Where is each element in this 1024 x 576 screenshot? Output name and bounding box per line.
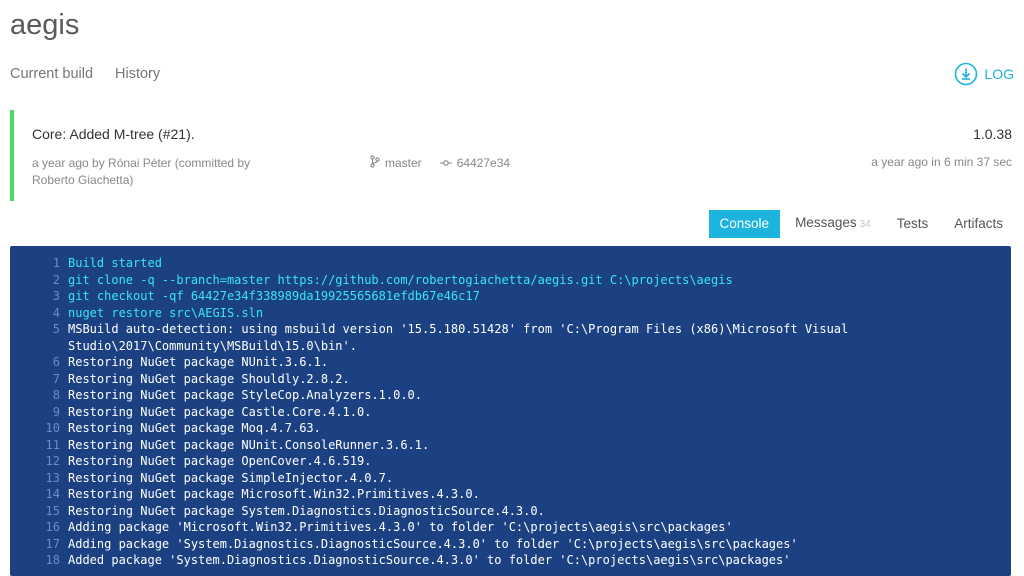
console-line-number[interactable]: 1 — [10, 255, 68, 272]
console-line-text: Adding package 'Microsoft.Win32.Primitiv… — [68, 520, 733, 534]
branch-icon — [370, 155, 380, 171]
console-line-text: Restoring NuGet package Microsoft.Win32.… — [68, 487, 480, 501]
console-line-text: Restoring NuGet package Castle.Core.4.1.… — [68, 404, 372, 419]
branch-name[interactable]: master — [385, 156, 422, 170]
commit-icon — [439, 156, 452, 170]
build-version: 1.0.38 — [973, 126, 1012, 142]
console-line-text: Restoring NuGet package Moq.4.7.63. — [68, 421, 321, 435]
messages-count-badge: 34 — [859, 219, 871, 230]
console-line-text: Build started — [68, 256, 162, 270]
project-nav: Current build History — [10, 66, 160, 82]
console-line-number[interactable]: 11 — [10, 437, 68, 454]
console-line-number[interactable]: 2 — [10, 272, 68, 289]
console-line: 11 Restoring NuGet package NUnit.ConsoleR… — [10, 437, 1011, 454]
console-line-text: Adding package 'System.Diagnostics.Diagn… — [68, 536, 798, 551]
console-line: 9 Restoring NuGet package Castle.Core.4.1… — [10, 404, 1011, 421]
console-line-number[interactable]: 8 — [10, 387, 68, 404]
console-line-number[interactable]: 18 — [10, 552, 68, 569]
tab-console[interactable]: Console — [708, 210, 781, 238]
console-line-text: Added package 'System.Diagnostics.Diagno… — [68, 553, 791, 567]
console-line: 5 MSBuild auto-detection: using msbuild v… — [10, 321, 1011, 354]
log-download-button[interactable]: LOG — [954, 62, 1014, 86]
console-line-text: Restoring NuGet package System.Diagnosti… — [68, 503, 545, 518]
console-line-number[interactable]: 16 — [10, 519, 68, 536]
console-line-number[interactable]: 9 — [10, 404, 68, 421]
commit-message[interactable]: Core: Added M-tree (#21). — [32, 126, 195, 142]
console-line-number[interactable]: 15 — [10, 503, 68, 520]
console-line: 17 Adding package 'System.Diagnostics.Dia… — [10, 536, 1011, 553]
project-title: aegis — [10, 9, 80, 41]
console-line-text: MSBuild auto-detection: using msbuild ve… — [68, 322, 856, 353]
branch-commit-info: master 64427e34 — [370, 155, 510, 171]
console-line: 1 Build started — [10, 255, 1011, 272]
console-line-text: Restoring NuGet package NUnit.ConsoleRun… — [68, 437, 430, 452]
console-line-text: Restoring NuGet package StyleCop.Analyze… — [68, 388, 423, 402]
console-line: 2 git clone -q --branch=master https://gi… — [10, 272, 1011, 289]
console-line: 6 Restoring NuGet package NUnit.3.6.1. — [10, 354, 1011, 371]
download-circle-icon — [954, 62, 978, 86]
console-line-number[interactable]: 10 — [10, 420, 68, 437]
tab-tests[interactable]: Tests — [886, 210, 940, 238]
console-line: 14 Restoring NuGet package Microsoft.Win3… — [10, 486, 1011, 503]
log-button-label: LOG — [984, 66, 1014, 82]
console-line-text: git clone -q --branch=master https://git… — [68, 272, 733, 287]
console-line: 18 Added package 'System.Diagnostics.Diag… — [10, 552, 1011, 569]
console-line-text: nuget restore src\AEGIS.sln — [68, 305, 264, 320]
commit-id[interactable]: 64427e34 — [457, 156, 510, 170]
build-tabs: Console Messages 34 Tests Artifacts — [708, 209, 1014, 239]
console-line-number[interactable]: 7 — [10, 371, 68, 388]
console-line: 7 Restoring NuGet package Shouldly.2.8.2. — [10, 371, 1011, 388]
build-timing: a year ago in 6 min 37 sec — [871, 155, 1012, 169]
console-line-text: git checkout -qf 64427e34f338989da199255… — [68, 289, 480, 303]
console-line: 12 Restoring NuGet package OpenCover.4.6.… — [10, 453, 1011, 470]
console-line: 3 git checkout -qf 64427e34f338989da19925… — [10, 288, 1011, 305]
console-line-text: Restoring NuGet package SimpleInjector.4… — [68, 470, 394, 485]
console-line-number[interactable]: 5 — [10, 321, 68, 354]
console-line-number[interactable]: 3 — [10, 288, 68, 305]
nav-history[interactable]: History — [115, 66, 160, 82]
console-line-text: Restoring NuGet package OpenCover.4.6.51… — [68, 454, 372, 468]
console-line: 4 nuget restore src\AEGIS.sln — [10, 305, 1011, 322]
console-line-number[interactable]: 4 — [10, 305, 68, 322]
console-output[interactable]: 1 Build started 2 git clone -q --branch=mas… — [10, 246, 1011, 576]
console-line-number[interactable]: 12 — [10, 453, 68, 470]
build-summary: Core: Added M-tree (#21). 1.0.38 a year … — [10, 110, 1014, 201]
console-line: 8 Restoring NuGet package StyleCop.Analyz… — [10, 387, 1011, 404]
nav-current-build[interactable]: Current build — [10, 66, 93, 82]
tab-messages[interactable]: Messages 34 — [784, 209, 882, 239]
console-line-text: Restoring NuGet package Shouldly.2.8.2. — [68, 371, 350, 386]
console-line: 13 Restoring NuGet package SimpleInjector… — [10, 470, 1011, 487]
console-line-number[interactable]: 14 — [10, 486, 68, 503]
console-line: 15 Restoring NuGet package System.Diagnos… — [10, 503, 1011, 520]
console-line: 10 Restoring NuGet package Moq.4.7.63. — [10, 420, 1011, 437]
console-line: 16 Adding package 'Microsoft.Win32.Primit… — [10, 519, 1011, 536]
tab-artifacts[interactable]: Artifacts — [943, 210, 1014, 238]
console-line-number[interactable]: 13 — [10, 470, 68, 487]
console-line-text: Restoring NuGet package NUnit.3.6.1. — [68, 355, 329, 369]
console-line-number[interactable]: 17 — [10, 536, 68, 553]
build-author: a year ago by Rónai Péter (committed by … — [32, 156, 251, 187]
console-line-number[interactable]: 6 — [10, 354, 68, 371]
